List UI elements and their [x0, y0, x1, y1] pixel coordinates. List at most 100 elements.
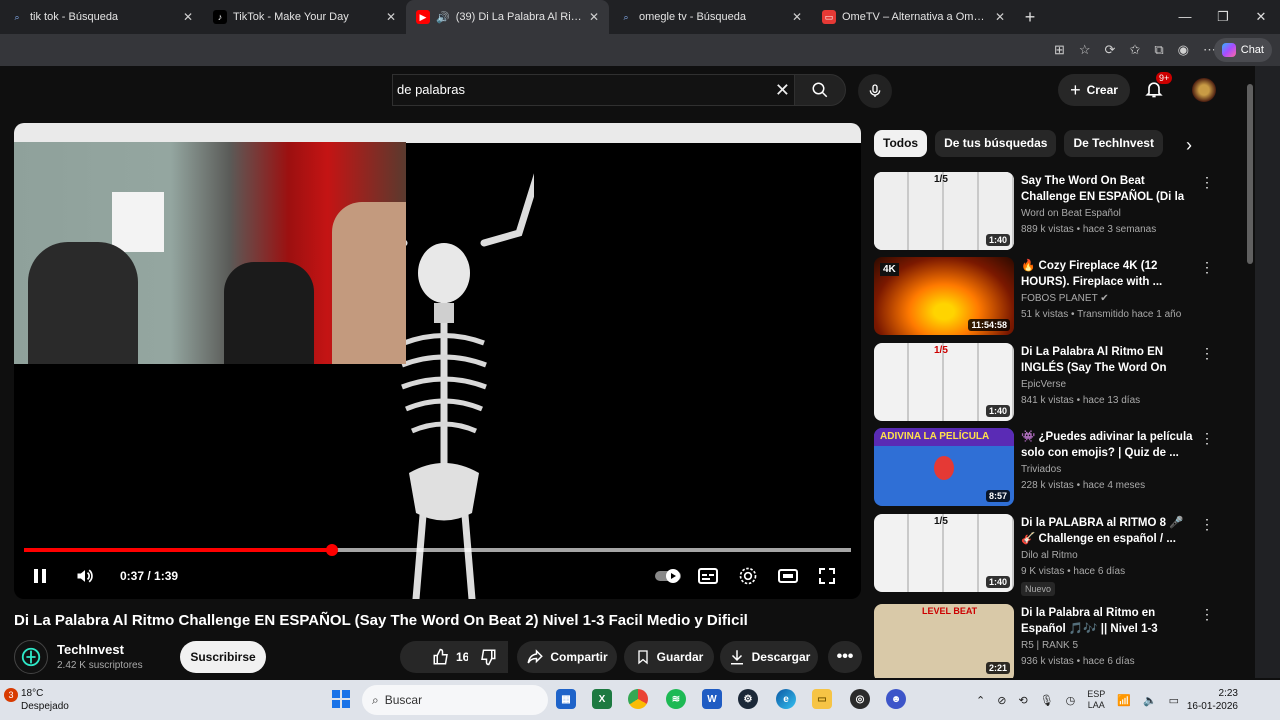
kebab-menu-icon[interactable]: ⋮ — [1200, 606, 1214, 623]
video-thumbnail[interactable]: ADIVINA LA PELÍCULA 8:57 — [874, 428, 1014, 506]
channel-avatar[interactable] — [14, 640, 48, 674]
video-thumbnail[interactable]: 1/5 1:40 — [874, 172, 1014, 250]
extensions-icon[interactable]: ⟳ — [1105, 42, 1116, 58]
file-explorer-icon[interactable]: ▭ — [812, 689, 832, 709]
steam-icon[interactable]: ⚙ — [738, 689, 758, 709]
clear-search-icon[interactable]: ✕ — [775, 75, 790, 105]
chip-from-channel[interactable]: De TechInvest — [1064, 130, 1163, 157]
tab-tiktok-search[interactable]: ⌕ tik tok - Búsqueda ✕ — [0, 0, 203, 34]
tray-app-icon[interactable]: ⊘ — [997, 694, 1006, 707]
favorite-star-icon[interactable]: ☆ — [1079, 42, 1091, 58]
audio-playing-icon[interactable]: 🔊 — [436, 11, 450, 24]
close-tab-icon[interactable]: ✕ — [386, 10, 396, 24]
more-actions-button[interactable]: ••• — [828, 641, 862, 673]
tab-tiktok[interactable]: ♪ TikTok - Make Your Day ✕ — [203, 0, 406, 34]
channel-name[interactable]: Dilo al Ritmo — [1021, 550, 1078, 561]
clock[interactable]: 2:23 16-01-2026 — [1178, 687, 1238, 713]
close-tab-icon[interactable]: ✕ — [183, 10, 193, 24]
close-tab-icon[interactable]: ✕ — [792, 10, 802, 24]
favorites-icon[interactable]: ✩ — [1129, 42, 1140, 58]
language-indicator[interactable]: ESP LAA — [1087, 689, 1105, 711]
collections-icon[interactable]: ⧉ — [1154, 42, 1163, 58]
weather-widget[interactable]: 3 18°C Despejado — [4, 686, 84, 714]
video-thumbnail[interactable]: 4K 11:54:58 — [874, 257, 1014, 335]
speaker-icon[interactable]: 🔈 — [1143, 694, 1157, 707]
subscribe-button[interactable]: Suscribirse — [180, 641, 266, 673]
video-title[interactable]: Di la Palabra al Ritmo en Español 🎵🎶 || … — [1021, 605, 1193, 638]
channel-name[interactable]: TechInvest — [57, 642, 124, 657]
close-window-button[interactable]: ✕ — [1242, 0, 1280, 34]
video-player[interactable]: 0:37 / 1:39 — [14, 123, 861, 599]
taskbar-search[interactable]: ⌕ Buscar — [362, 685, 548, 715]
close-tab-icon[interactable]: ✕ — [589, 10, 599, 24]
apps-icon[interactable]: ⊞ — [1054, 42, 1065, 58]
video-title[interactable]: 👾 ¿Puedes adivinar la película solo con … — [1021, 429, 1193, 461]
volume-button[interactable] — [74, 563, 96, 589]
microphone-icon[interactable]: 🎙 — [1040, 694, 1054, 707]
search-button[interactable] — [794, 74, 846, 106]
restore-button[interactable]: ❐ — [1204, 0, 1242, 34]
video-title[interactable]: Di la PALABRA al RITMO 8 🎤 🎸 Challenge e… — [1021, 515, 1193, 547]
search-input[interactable]: de palabras ✕ — [392, 74, 794, 106]
subtitles-button[interactable] — [698, 563, 718, 589]
recommendation-item[interactable]: 4K 11:54:58 🔥 Cozy Fireplace 4K (12 HOUR… — [874, 257, 1219, 337]
settings-button[interactable] — [738, 563, 758, 589]
recommendation-item[interactable]: 1/5 1:40 Di La Palabra Al Ritmo EN INGLÉ… — [874, 343, 1219, 423]
video-title[interactable]: 🔥 Cozy Fireplace 4K (12 HOURS). Fireplac… — [1021, 258, 1193, 290]
chips-next-button[interactable]: › — [1176, 132, 1202, 158]
voice-search-button[interactable] — [858, 74, 892, 108]
kebab-menu-icon[interactable]: ⋮ — [1200, 345, 1214, 362]
recommendation-item[interactable]: 1/5 1:40 Di la PALABRA al RITMO 8 🎤 🎸 Ch… — [874, 514, 1219, 596]
windows-start-icon[interactable] — [332, 690, 350, 708]
wifi-icon[interactable]: 📶 — [1117, 694, 1131, 707]
close-tab-icon[interactable]: ✕ — [995, 10, 1005, 24]
recommendation-item[interactable]: LEVEL BEAT 2:21 Di la Palabra al Ritmo e… — [874, 604, 1219, 678]
tray-app-icon-2[interactable]: ◷ — [1066, 694, 1076, 707]
kebab-menu-icon[interactable]: ⋮ — [1200, 516, 1214, 533]
scrubber-handle[interactable] — [325, 544, 338, 556]
dislike-button[interactable] — [468, 641, 508, 673]
theater-mode-button[interactable] — [778, 563, 798, 589]
video-thumbnail[interactable]: 1/5 1:40 — [874, 343, 1014, 421]
recommendation-item[interactable]: ADIVINA LA PELÍCULA 8:57 👾 ¿Puedes adivi… — [874, 428, 1219, 508]
video-title[interactable]: Di La Palabra Al Ritmo EN INGLÉS (Say Th… — [1021, 344, 1193, 377]
pause-button[interactable] — [32, 563, 48, 589]
profile-icon[interactable]: ◉ — [1178, 42, 1189, 58]
app-icon[interactable]: ☻ — [886, 689, 906, 709]
minimize-button[interactable]: — — [1166, 0, 1204, 34]
save-button[interactable]: Guardar — [624, 641, 714, 673]
channel-name[interactable]: Triviados — [1021, 464, 1061, 475]
chip-from-searches[interactable]: De tus búsquedas — [935, 130, 1057, 157]
obs-icon[interactable]: ◎ — [850, 689, 870, 709]
spotify-icon[interactable]: ≋ — [666, 689, 686, 709]
page-scrollbar[interactable] — [1245, 66, 1255, 678]
create-button[interactable]: + Crear — [1058, 74, 1130, 106]
word-icon[interactable]: W — [702, 689, 722, 709]
autoplay-toggle[interactable] — [654, 563, 682, 589]
edge-icon[interactable]: e — [776, 689, 796, 709]
scrollbar-thumb[interactable] — [1247, 84, 1253, 264]
chip-all[interactable]: Todos — [874, 130, 928, 157]
excel-icon[interactable]: X — [592, 689, 612, 709]
tab-omegle-search[interactable]: ⌕ omegle tv - Búsqueda ✕ — [609, 0, 812, 34]
new-tab-button[interactable]: + — [1015, 7, 1045, 28]
tab-ometv[interactable]: ▭ OmeTV – Alternativa a Omegle pa ✕ — [812, 0, 1015, 34]
kebab-menu-icon[interactable]: ⋮ — [1200, 174, 1214, 191]
kebab-menu-icon[interactable]: ⋮ — [1200, 430, 1214, 447]
channel-name[interactable]: EpicVerse — [1021, 379, 1066, 390]
account-avatar[interactable] — [1192, 78, 1216, 102]
chrome-icon[interactable] — [628, 689, 648, 709]
channel-name[interactable]: FOBOS PLANET ✔ — [1021, 293, 1109, 304]
video-thumbnail[interactable]: 1/5 1:40 — [874, 514, 1014, 592]
share-button[interactable]: Compartir — [517, 641, 617, 673]
channel-name[interactable]: Word on Beat Español — [1021, 208, 1121, 219]
channel-name[interactable]: R5 | RANK 5 — [1021, 640, 1078, 651]
kebab-menu-icon[interactable]: ⋮ — [1200, 259, 1214, 276]
store-icon[interactable]: ▦ — [556, 689, 576, 709]
video-title[interactable]: Say The Word On Beat Challenge EN ESPAÑO… — [1021, 173, 1193, 206]
recommendation-item[interactable]: 1/5 1:40 Say The Word On Beat Challenge … — [874, 172, 1219, 252]
notifications-button[interactable]: 9+ — [1144, 72, 1173, 105]
tab-youtube[interactable]: ▶ 🔊 (39) Di La Palabra Al Ritmo Ch ✕ — [406, 0, 609, 34]
fullscreen-button[interactable] — [818, 563, 836, 589]
copilot-chat-button[interactable]: Chat — [1213, 38, 1272, 62]
